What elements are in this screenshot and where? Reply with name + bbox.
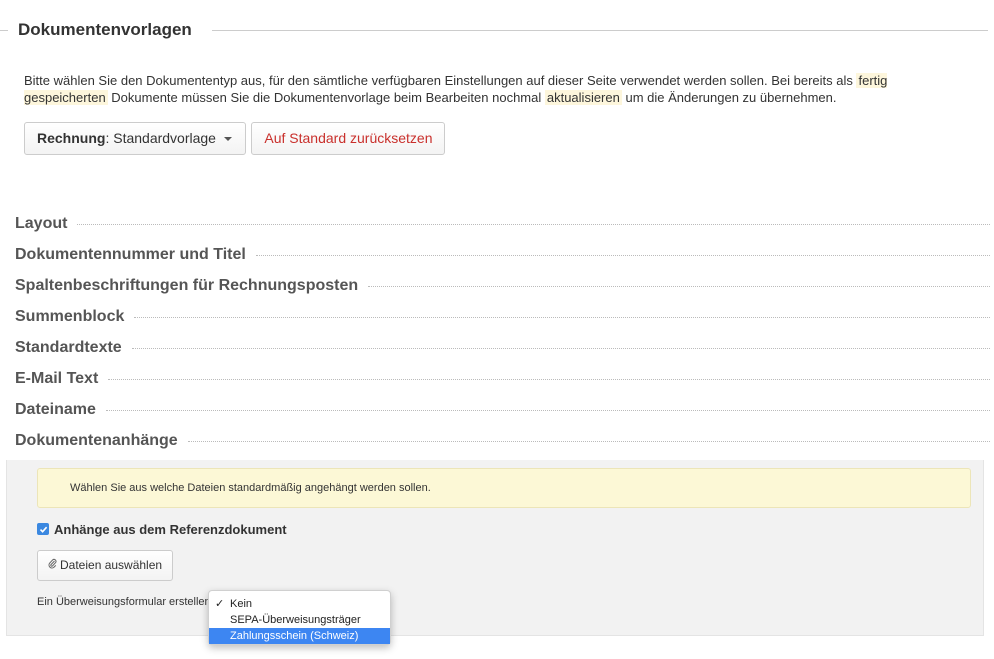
template-toolbar: Rechnung: Standardvorlage Auf Standard z…: [24, 122, 446, 155]
attachments-panel: Wählen Sie aus welche Dateien standardmä…: [6, 460, 984, 636]
section-label: Dokumentenanhänge: [15, 429, 188, 452]
document-type-dropdown[interactable]: Rechnung: Standardvorlage: [24, 122, 246, 155]
section-label: Standardtexte: [15, 336, 132, 359]
intro-highlight-aktualisieren: aktualisieren: [544, 90, 622, 105]
section-label: Layout: [15, 212, 78, 235]
attachments-info-alert: Wählen Sie aus welche Dateien standardmä…: [37, 468, 971, 508]
section-filename[interactable]: Dateiname: [15, 394, 990, 425]
section-divider: [134, 317, 990, 318]
section-label: Dateiname: [15, 398, 106, 421]
reset-to-default-button[interactable]: Auf Standard zurücksetzen: [251, 122, 446, 155]
section-divider: [368, 286, 990, 287]
paperclip-icon: [48, 551, 57, 580]
section-divider: [131, 348, 990, 349]
intro-part-1: Bitte wählen Sie den Dokumententyp aus, …: [24, 73, 857, 88]
fieldset-line-right: [212, 30, 988, 31]
select-files-label: Dateien auswählen: [60, 558, 163, 572]
fieldset-header: Dokumentenvorlagen: [0, 18, 994, 42]
section-column-labels[interactable]: Spaltenbeschriftungen für Rechnungsposte…: [15, 270, 990, 301]
reference-attachments-label: Anhänge aus dem Referenzdokument: [54, 521, 287, 537]
intro-part-3: um die Änderungen zu übernehmen.: [621, 90, 837, 105]
menu-item-sepa[interactable]: SEPA-Überweisungsträger: [209, 612, 390, 628]
chevron-down-icon: [223, 137, 232, 142]
section-standard-texts[interactable]: Standardtexte: [15, 332, 990, 363]
section-label: Summenblock: [15, 305, 135, 328]
section-label: Spaltenbeschriftungen für Rechnungsposte…: [15, 274, 369, 297]
intro-text: Bitte wählen Sie den Dokumententyp aus, …: [24, 72, 924, 106]
section-divider: [77, 224, 990, 225]
menu-item-none[interactable]: ✓ Kein: [209, 596, 390, 612]
section-layout[interactable]: Layout: [15, 208, 990, 239]
section-divider: [108, 379, 990, 380]
reference-attachments-option[interactable]: Anhänge aus dem Referenzdokument: [37, 520, 287, 538]
checkmark-icon: ✓: [215, 598, 225, 610]
page-title: Dokumentenvorlagen: [18, 20, 192, 39]
menu-item-label: Kein: [230, 598, 253, 610]
section-divider: [255, 255, 990, 256]
section-email-text[interactable]: E-Mail Text: [15, 363, 990, 394]
select-files-button[interactable]: Dateien auswählen: [37, 550, 174, 581]
intro-part-2: Dokumente müssen Sie die Dokumentenvorla…: [107, 90, 545, 105]
section-totals[interactable]: Summenblock: [15, 301, 990, 332]
document-template-value: Standardvorlage: [109, 130, 216, 146]
document-type-label: Rechnung: [37, 130, 106, 146]
settings-sections: Layout Dokumentennummer und Titel Spalte…: [15, 208, 990, 456]
menu-item-swiss-slip[interactable]: Zahlungsschein (Schweiz): [209, 628, 390, 644]
section-label: Dokumentennummer und Titel: [15, 243, 256, 266]
section-divider: [105, 410, 990, 411]
checkbox-checked-icon[interactable]: [37, 523, 49, 535]
section-document-number[interactable]: Dokumentennummer und Titel: [15, 239, 990, 270]
menu-item-label: Zahlungsschein (Schweiz): [230, 630, 359, 642]
settings-page: Dokumentenvorlagen Bitte wählen Sie den …: [0, 0, 994, 659]
transfer-form-dropdown-menu[interactable]: ✓ Kein SEPA-Überweisungsträger Zahlungssc…: [208, 590, 391, 645]
section-label: E-Mail Text: [15, 367, 109, 390]
menu-item-label: SEPA-Überweisungsträger: [230, 614, 361, 626]
transfer-form-label: Ein Überweisungsformular erstellen: [37, 596, 211, 608]
section-divider: [187, 441, 990, 442]
section-attachments[interactable]: Dokumentenanhänge: [15, 425, 990, 456]
fieldset-line-left: [0, 30, 8, 31]
